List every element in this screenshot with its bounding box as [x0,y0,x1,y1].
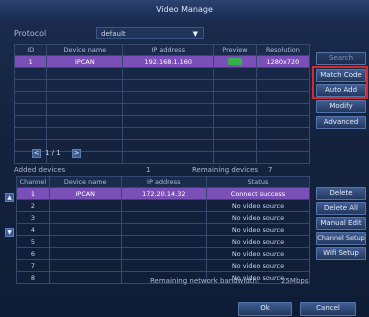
bandwidth-value: 25Mbps [281,277,309,285]
col-device-name: Device name [48,176,122,188]
added-devices-count: 1 [146,166,151,174]
col-channel: Channel [16,176,50,188]
cell-device-name [48,199,122,212]
remaining-devices-label: Remaining devices [192,166,259,174]
cell-channel: 4 [16,223,50,236]
cell-channel: 2 [16,199,50,212]
window-title: Video Manage [0,0,369,20]
cell-ip-address: 172.20.14.32 [120,187,207,200]
cell-device-name: IPCAN [46,55,124,68]
cell-status: Connect success [205,187,311,200]
cell-channel: 1 [16,187,50,200]
table-row[interactable]: 7 No video source [16,259,311,272]
cell-channel: 6 [16,247,50,260]
next-page-button[interactable]: > [72,149,81,158]
cell-ip-address [120,259,207,272]
page-indicator: 1 / 1 [45,149,61,157]
video-manage-window: Video Manage Protocol default ▼ ID Devic… [0,0,369,317]
cell-device-name [48,259,122,272]
scroll-down-button[interactable]: ▼ [5,228,14,237]
table-row[interactable]: 2 No video source [16,199,311,212]
cell-ip-address [120,211,207,224]
col-id: ID [13,44,48,56]
cell-status: No video source [205,211,311,224]
table-row[interactable] [13,67,311,80]
remaining-devices-count: 7 [268,166,273,174]
col-preview: Preview [213,44,257,56]
wifi-setup-button[interactable]: Wifi Setup [316,247,366,260]
cell-status: No video source [205,259,311,272]
cell-status: No video source [205,247,311,260]
delete-all-button[interactable]: Delete All [316,202,366,215]
col-status: Status [205,176,311,188]
cell-ip-address: 192.168.1.160 [122,55,215,68]
col-resolution: Resolution [255,44,311,56]
table-row[interactable]: 6 No video source [16,247,311,260]
cell-ip-address [120,199,207,212]
cell-channel: 3 [16,211,50,224]
cell-channel: 7 [16,259,50,272]
cell-device-name [48,271,122,284]
cell-device-name [48,247,122,260]
search-table-header: ID Device name IP address Preview Resolu… [13,44,311,56]
delete-button[interactable]: Delete [316,187,366,200]
cell-resolution: 1280x720 [255,55,311,68]
cell-channel: 8 [16,271,50,284]
table-row[interactable] [13,115,311,128]
protocol-select[interactable]: default ▼ [96,27,204,39]
cell-device-name [48,223,122,236]
chevron-down-icon: ▼ [192,30,198,38]
prev-page-button[interactable]: < [32,149,41,158]
table-row[interactable] [13,79,311,92]
col-ip-address: IP address [122,44,215,56]
table-row[interactable] [13,127,311,140]
cell-device-name [48,235,122,248]
cell-channel: 5 [16,235,50,248]
scroll-up-button[interactable]: ▲ [5,193,14,202]
search-button[interactable]: Search [316,52,366,65]
cell-device-name: IPCAN [48,187,122,200]
cell-ip-address [120,223,207,236]
cell-id: 1 [13,55,48,68]
cell-ip-address [120,235,207,248]
cancel-button[interactable]: Cancel [300,302,356,316]
cell-status: No video source [205,199,311,212]
search-results-table: ID Device name IP address Preview Resolu… [13,44,311,164]
highlight-box [312,66,368,99]
protocol-value: default [101,30,126,38]
cell-device-name [48,211,122,224]
cell-status: No video source [205,235,311,248]
table-row[interactable]: 4 No video source [16,223,311,236]
table-row[interactable] [13,91,311,104]
channel-table: Channel Device name IP address Status 1 … [16,176,311,284]
channel-setup-button[interactable]: Channel Setup [316,232,366,245]
col-device-name: Device name [46,44,124,56]
added-devices-label: Added devices [14,166,66,174]
protocol-label: Protocol [14,29,47,38]
ok-button[interactable]: Ok [238,302,292,316]
table-row[interactable]: 5 No video source [16,235,311,248]
cell-status: No video source [205,223,311,236]
channel-table-header: Channel Device name IP address Status [16,176,311,188]
table-row[interactable]: 3 No video source [16,211,311,224]
table-row[interactable] [13,103,311,116]
col-ip-address: IP address [120,176,207,188]
cell-ip-address [120,247,207,260]
cell-preview[interactable] [213,55,257,68]
table-row[interactable]: 1 IPCAN 172.20.14.32 Connect success [16,187,311,200]
modify-button[interactable]: Modify [316,100,366,113]
table-row[interactable]: 1 IPCAN 192.168.1.160 1280x720 [13,55,311,68]
preview-icon[interactable] [227,58,242,65]
manual-edit-button[interactable]: Manual Edit [316,217,366,230]
bandwidth-label: Remaining network bandwidth: [150,277,260,285]
advanced-button[interactable]: Advanced [316,116,366,129]
